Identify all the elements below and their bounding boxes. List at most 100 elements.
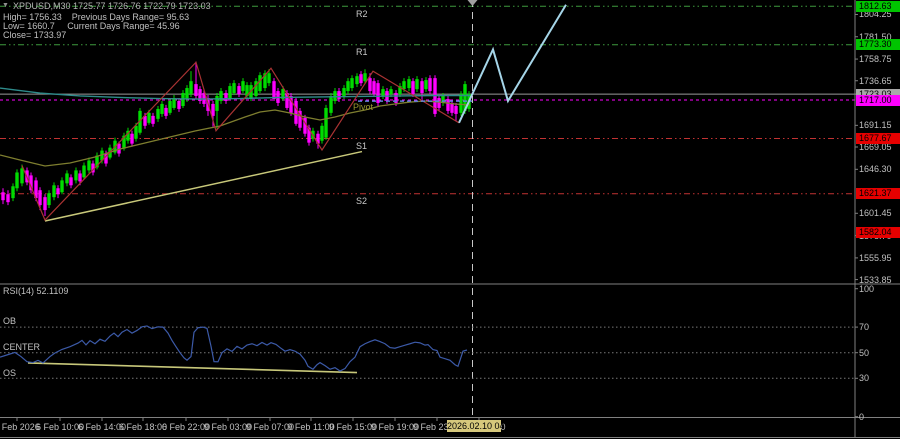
candle-body: [177, 100, 181, 109]
candle-body: [65, 173, 69, 184]
candle-body: [211, 103, 215, 116]
rsi-oversold-label: OS: [3, 368, 17, 378]
candle-body: [237, 86, 241, 95]
candle-body: [78, 173, 82, 182]
price-axis-badge: 1812.63: [856, 0, 900, 12]
candle-body: [389, 89, 393, 95]
rsi-axis-label: 100: [859, 283, 875, 294]
rsi-axis-label: 30: [859, 373, 870, 384]
candle-body: [402, 81, 406, 90]
rsi-overbought-label: OB: [3, 316, 17, 326]
rsi-center-label: CENTER: [3, 342, 41, 352]
candle-body: [1, 192, 5, 201]
chart-dropdown-arrow-icon[interactable]: ▼: [2, 1, 9, 11]
candle-body: [47, 193, 51, 206]
candle-body: [60, 180, 64, 193]
candle-body: [156, 108, 160, 119]
rsi-axis-label: 50: [859, 347, 870, 358]
candle-body: [168, 100, 172, 113]
price-axis-label: 1758.75: [859, 54, 892, 65]
candle-body: [52, 185, 56, 198]
candle-body: [189, 81, 193, 95]
price-axis-badge: 1773.30: [856, 39, 900, 51]
time-axis-label: 9 Feb 15:00: [328, 422, 378, 432]
candle-body: [20, 168, 24, 184]
symbol-title: XPDUSD,M30 1725.77 1726.76 1722.79 1723.…: [13, 1, 211, 11]
candle-body: [164, 107, 168, 116]
candle-body: [372, 81, 376, 95]
candle-body: [350, 78, 354, 89]
candle-body: [272, 81, 276, 100]
chart-canvas[interactable]: [0, 0, 900, 439]
candle-body: [437, 98, 441, 108]
candle-body: [329, 95, 333, 113]
candle-body: [294, 100, 298, 124]
candle-body: [454, 105, 458, 114]
crosshair-top-marker-icon: [467, 0, 478, 6]
candle-body: [333, 91, 337, 101]
price-axis-label: 1736.65: [859, 75, 892, 86]
candle-body: [407, 79, 411, 89]
olive-ma-line: [0, 100, 471, 167]
rsi-axis-label: 70: [859, 322, 870, 333]
candle-body: [424, 80, 428, 90]
candle-body: [428, 78, 432, 92]
candle-body: [6, 194, 10, 203]
price-axis-label: 1555.95: [859, 252, 892, 263]
candle-body: [224, 93, 228, 101]
candle-body: [172, 98, 176, 108]
candle-body: [15, 172, 19, 189]
price-axis-badge: 1717.00: [856, 94, 900, 106]
candle-body: [82, 165, 86, 178]
candle-body: [147, 112, 151, 123]
candle-body: [320, 125, 324, 141]
s2-level-label: S2: [356, 196, 368, 206]
time-axis-label: 9 Feb 11:00: [287, 422, 335, 432]
candle-body: [337, 91, 341, 100]
price-axis-badge: 1677.67: [856, 133, 900, 145]
candle-body: [368, 78, 372, 92]
pivot-level-label: Pivot: [353, 102, 374, 112]
candle-body: [43, 197, 47, 211]
candle-body: [355, 76, 359, 85]
time-axis-label: 6 Feb 22:00: [161, 422, 211, 432]
time-axis-label: 6 Feb 10:00: [35, 422, 85, 432]
candle-body: [342, 88, 346, 96]
price-axis-label: 1601.45: [859, 208, 892, 219]
candle-body: [376, 83, 380, 103]
candle-body: [219, 91, 223, 101]
time-axis-label: 9 Feb 19:00: [370, 422, 420, 432]
price-axis-badge: 1621.37: [856, 188, 900, 200]
rsi-indicator-title: RSI(14) 52.1109: [3, 286, 69, 296]
candle-body: [267, 73, 271, 84]
candle-body: [232, 83, 236, 94]
candle-body: [56, 188, 60, 195]
candle-body: [151, 115, 155, 124]
candle-body: [459, 94, 463, 113]
candle-body: [134, 125, 138, 139]
candle-body: [381, 89, 385, 96]
r1-level-label: R1: [356, 47, 368, 57]
candle-body: [69, 177, 73, 186]
candle-body: [324, 107, 328, 138]
candle-body: [38, 190, 42, 206]
candle-body: [411, 81, 415, 95]
price-axis-label: 1691.15: [859, 120, 892, 131]
price-axis-label: 1646.30: [859, 164, 892, 175]
candle-body: [228, 86, 232, 99]
s1-level-label: S1: [356, 141, 368, 151]
crosshair-time-badge: 2026.02.10 04:30: [447, 420, 518, 432]
candle-body: [87, 160, 91, 171]
candle-body: [74, 170, 78, 181]
rsi-axis-label: 0: [859, 411, 865, 422]
price-projection-line: [458, 4, 567, 124]
zigzag-line: [21, 61, 460, 222]
time-axis-label: 6 Feb 2026: [0, 422, 40, 432]
candle-body: [363, 73, 367, 82]
price-axis-badge: 1582.04: [856, 226, 900, 238]
time-axis-label: 6 Feb 18:00: [118, 422, 168, 432]
candle-body: [194, 84, 198, 96]
candle-body: [346, 81, 350, 92]
candle-body: [359, 74, 363, 84]
candle-body: [420, 81, 424, 94]
